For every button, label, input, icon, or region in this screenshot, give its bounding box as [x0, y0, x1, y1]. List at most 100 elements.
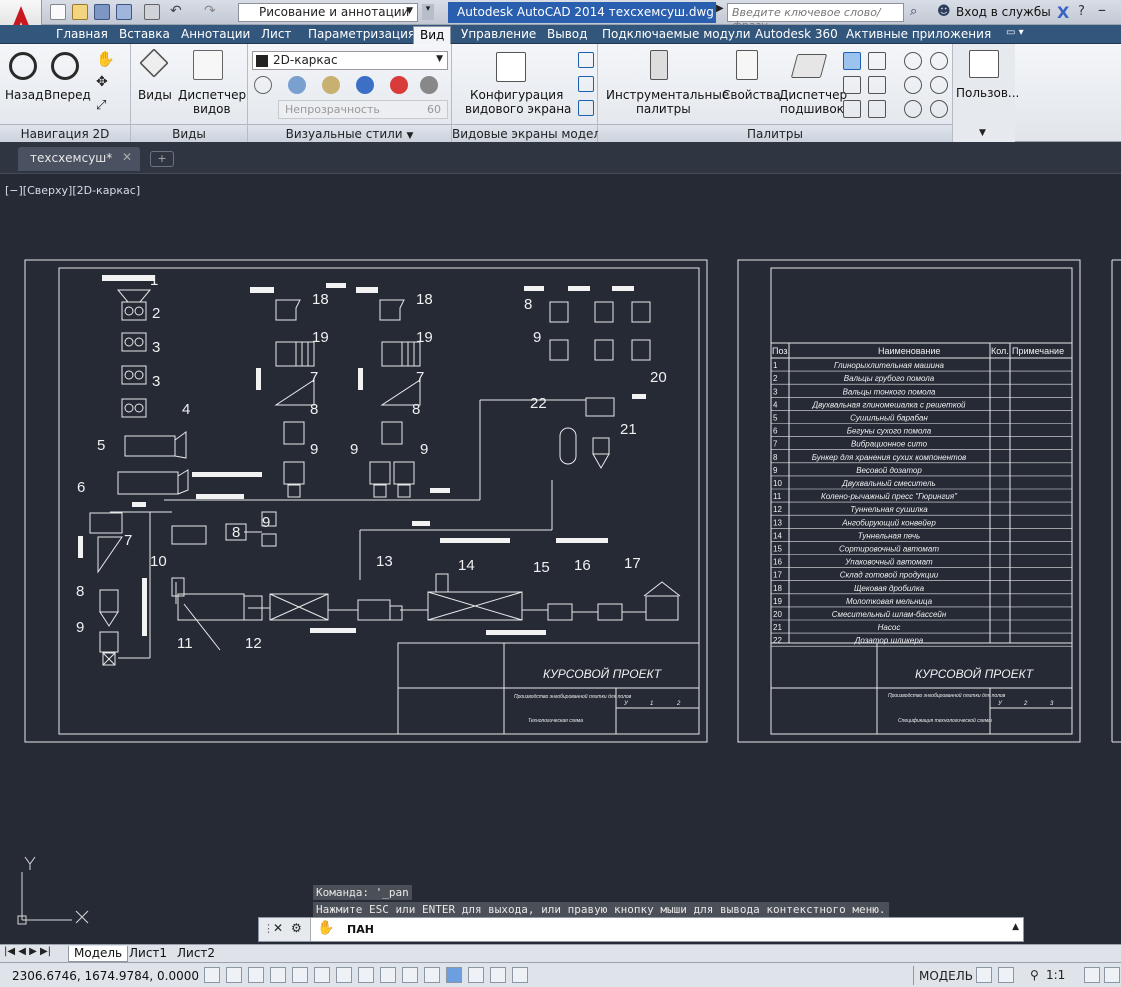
tab-annotate[interactable]: Аннотации — [175, 26, 256, 44]
model-space-button[interactable]: МОДЕЛЬ — [913, 966, 973, 985]
snap-icon[interactable] — [226, 967, 242, 983]
view-manager-icon[interactable] — [193, 50, 223, 80]
palette-icon-6[interactable] — [868, 100, 886, 118]
tab-model[interactable]: Модель — [68, 946, 129, 962]
login-button[interactable]: Вход в службы — [956, 5, 1051, 19]
sphere-icon[interactable] — [420, 76, 438, 94]
command-line[interactable]: ⋮ ✕ ⚙ ✋ ПАН ▲ — [258, 917, 1024, 942]
sheet-set-label-2[interactable]: подшивок — [780, 102, 844, 116]
command-input[interactable]: ПАН — [347, 923, 374, 936]
color-icon[interactable] — [356, 76, 374, 94]
calculator-icon[interactable] — [868, 76, 886, 94]
palette-icon-9[interactable] — [904, 76, 922, 94]
tab-nav-first-icon[interactable]: |◀ ◀ ▶ ▶| — [4, 946, 51, 957]
minimize-icon[interactable]: – — [1098, 0, 1106, 19]
wrench-icon[interactable]: ⚙ — [291, 921, 302, 935]
ortho-icon[interactable] — [270, 967, 286, 983]
tool-palettes-label-1[interactable]: Инструментальные — [606, 88, 729, 102]
chevron-down-icon[interactable]: ▼ — [979, 128, 986, 138]
named-viewports-icon[interactable] — [578, 52, 594, 68]
tab-autodesk360[interactable]: Autodesk 360 — [749, 26, 844, 44]
transparency-icon[interactable] — [446, 967, 462, 983]
palette-icon-5[interactable] — [843, 100, 861, 118]
quick-view-drawings-icon[interactable] — [998, 967, 1014, 983]
back-button[interactable]: Назад — [5, 88, 43, 102]
tab-layout[interactable]: Лист — [255, 26, 297, 44]
palette-icon-3[interactable] — [843, 76, 861, 94]
material-icon[interactable] — [390, 76, 408, 94]
palette-icon-10[interactable] — [930, 76, 948, 94]
chevron-up-icon[interactable]: ▲ — [1012, 922, 1019, 932]
tool-palettes-label-2[interactable]: палитры — [636, 102, 691, 116]
quick-view-layouts-icon[interactable] — [976, 967, 992, 983]
open-file-icon[interactable] — [72, 4, 88, 20]
workspace-select[interactable]: Рисование и аннотации ▼ — [238, 3, 418, 22]
tab-insert[interactable]: Вставка — [113, 26, 176, 44]
qat-menu-icon[interactable]: ▾ — [422, 4, 434, 20]
quick-properties-icon[interactable] — [468, 967, 484, 983]
shadow-icon[interactable] — [288, 76, 306, 94]
osnap-icon[interactable] — [314, 967, 330, 983]
face-style-icon[interactable] — [254, 76, 272, 94]
palette-icon-7[interactable] — [904, 52, 922, 70]
tab-manage[interactable]: Управление — [455, 26, 542, 44]
3d-osnap-icon[interactable] — [336, 967, 352, 983]
forward-button[interactable]: Вперед — [44, 88, 91, 102]
palette-icon-2[interactable] — [868, 52, 886, 70]
restore-viewports-icon[interactable] — [578, 100, 594, 116]
annotation-monitor-icon[interactable] — [512, 967, 528, 983]
tab-layout1[interactable]: Лист1 — [124, 946, 172, 962]
palette-icon-8[interactable] — [930, 52, 948, 70]
view-manager-label-2[interactable]: видов — [193, 102, 231, 116]
new-tab-icon[interactable]: + — [150, 151, 174, 167]
exchange-icon[interactable]: X — [1057, 3, 1069, 22]
workspace-switching-icon[interactable] — [1104, 967, 1120, 983]
chevron-down-icon[interactable]: ▼ — [406, 131, 413, 141]
views-button[interactable]: Виды — [138, 88, 172, 102]
zoom-extents-icon[interactable]: ⤢ — [96, 98, 114, 116]
redo-icon[interactable]: ↷ — [204, 4, 220, 20]
binoculars-icon[interactable]: ⌕ — [910, 4, 917, 19]
palette-icon-11[interactable] — [904, 100, 922, 118]
ducs-icon[interactable] — [380, 967, 396, 983]
user-interface-icon[interactable] — [969, 50, 999, 78]
visual-style-select[interactable]: 2D-каркас ▼ — [252, 51, 448, 70]
back-icon[interactable] — [9, 52, 37, 80]
search-input[interactable]: Введите ключевое слово/фразу — [727, 3, 904, 32]
pan-icon[interactable]: ✋ — [96, 50, 115, 68]
view-manager-label-1[interactable]: Диспетчер — [178, 88, 246, 102]
tab-plugins[interactable]: Подключаемые модули — [596, 26, 757, 44]
tab-output[interactable]: Вывод — [541, 26, 593, 44]
dyn-icon[interactable] — [402, 967, 418, 983]
tab-featured-apps[interactable]: Активные приложения — [840, 26, 997, 44]
viewport-controls-label[interactable]: [−][Сверху][2D-каркас] — [5, 184, 140, 197]
viewport-config-icon[interactable] — [496, 52, 526, 82]
tab-view[interactable]: Вид — [413, 26, 452, 44]
viewport-config-label-1[interactable]: Конфигурация — [470, 88, 563, 102]
tab-layout2[interactable]: Лист2 — [172, 946, 220, 962]
infer-constraints-icon[interactable] — [204, 967, 220, 983]
play-icon[interactable]: ▶ — [716, 3, 724, 14]
lighting-icon[interactable] — [322, 76, 340, 94]
annotation-visibility-icon[interactable] — [1084, 967, 1100, 983]
opacity-field[interactable]: Непрозрачность 60 — [278, 100, 448, 119]
properties-button[interactable]: Свойства — [722, 88, 781, 102]
document-tab[interactable]: техсхемсуш* ✕ — [18, 147, 140, 171]
tool-palettes-icon[interactable] — [650, 50, 668, 80]
viewport-config-label-2[interactable]: видового экрана — [465, 102, 571, 116]
tab-parametric[interactable]: Параметризация — [302, 26, 421, 44]
annotation-scale[interactable]: 1:1 — [1046, 968, 1065, 982]
ribbon-toggle-icon[interactable]: ▭ ▾ — [1000, 26, 1030, 44]
save-icon[interactable] — [94, 4, 110, 20]
close-icon[interactable]: ✕ — [273, 921, 283, 935]
new-file-icon[interactable] — [50, 4, 66, 20]
palette-icon-12[interactable] — [930, 100, 948, 118]
properties-icon[interactable] — [736, 50, 758, 80]
otrack-icon[interactable] — [358, 967, 374, 983]
sheet-set-label-1[interactable]: Диспетчер — [779, 88, 847, 102]
selection-cycling-icon[interactable] — [490, 967, 506, 983]
tab-home[interactable]: Главная — [50, 26, 114, 44]
user-icon[interactable]: ☻ — [937, 4, 951, 19]
user-interface-button[interactable]: Пользов... — [956, 86, 1019, 100]
polar-icon[interactable] — [292, 967, 308, 983]
